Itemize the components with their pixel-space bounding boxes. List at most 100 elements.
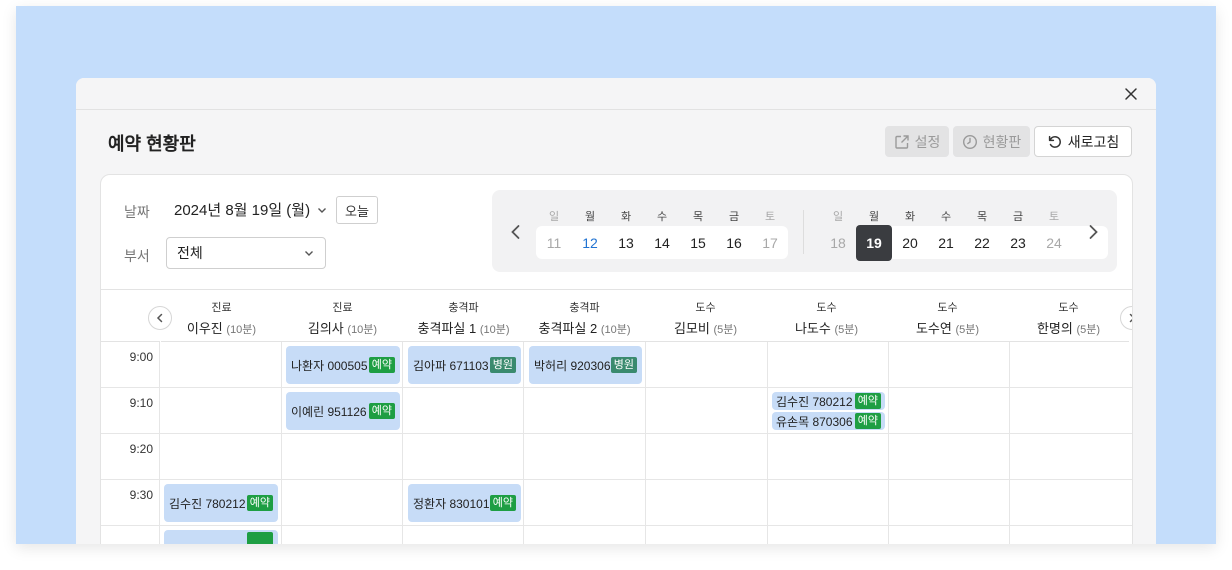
next-week-button[interactable] <box>1085 223 1101 241</box>
day-number[interactable]: 21 <box>928 225 964 261</box>
column-doctor: 한명의 <box>1036 321 1073 336</box>
chevron-down-icon <box>318 207 327 213</box>
day-number[interactable]: 20 <box>892 225 928 261</box>
column-duration: (10분) <box>600 324 631 336</box>
day-column: 금 23 <box>1000 190 1036 272</box>
column-dept: 진료 <box>332 302 353 314</box>
grid-vline <box>159 342 160 544</box>
day-column: 월 12 <box>572 190 608 272</box>
grid-vline <box>402 342 403 544</box>
prev-week-button[interactable] <box>508 223 524 241</box>
today-button[interactable]: 오늘 <box>336 196 378 224</box>
day-number[interactable]: 23 <box>1000 225 1036 261</box>
column-header: 도수 한명의 (5분) <box>1008 290 1129 342</box>
chevron-right-icon <box>1129 313 1132 323</box>
appointment-chip[interactable]: 나환자 000505 예약 <box>286 346 400 384</box>
hospital-badge: 병원 <box>489 357 516 373</box>
settings-button[interactable]: 설정 <box>885 126 949 157</box>
appointment-chip[interactable] <box>164 530 278 544</box>
column-header: 진료김의사 (10분) <box>282 290 403 342</box>
week-strip: 일 11 월 12 화 13 수 14 목 15 금 16 토 17 일 18 월 19 화 20 … <box>492 190 1117 272</box>
appointment-label: 김아파 671103 <box>413 358 489 373</box>
day-number[interactable]: 19 <box>856 225 892 261</box>
day-number[interactable]: 22 <box>964 225 1000 261</box>
day-column: 수 14 <box>644 190 680 272</box>
day-number[interactable]: 15 <box>680 225 716 261</box>
refresh-label: 새로고침 <box>1067 133 1120 150</box>
appointment-label: 김수진 780212 <box>169 496 246 511</box>
day-number[interactable]: 12 <box>572 225 608 261</box>
external-link-icon <box>894 134 909 149</box>
status-board-button[interactable]: 현황판 <box>953 126 1030 157</box>
day-number[interactable]: 17 <box>752 225 788 261</box>
appointment-chip[interactable]: 이예린 951126 예약 <box>286 392 400 430</box>
settings-label: 설정 <box>914 133 941 150</box>
appointment-chip[interactable]: 김수진 780212 예약 <box>164 484 278 522</box>
day-column: 화 20 <box>892 190 928 272</box>
appointment-label: 나환자 000505 <box>291 358 368 373</box>
time-label: 9:00 <box>129 350 153 364</box>
day-of-week: 일 <box>832 211 844 223</box>
appointment-chip[interactable]: 김아파 671103 병원 <box>408 346 521 384</box>
day-of-week: 화 <box>904 211 916 223</box>
column-duration: (5분) <box>713 324 738 336</box>
day-number[interactable]: 13 <box>608 225 644 261</box>
grid-hline <box>101 525 1132 526</box>
day-of-week: 수 <box>940 211 952 223</box>
column-doctor: 도수연 <box>915 321 952 336</box>
day-column: 금 16 <box>716 190 752 272</box>
appointment-chip[interactable]: 박허리 920306 병원 <box>529 346 642 384</box>
day-number[interactable]: 11 <box>536 225 572 261</box>
grid-vline <box>645 342 646 544</box>
appointment-label: 김수진 780212 <box>776 394 853 409</box>
column-doctor: 김모비 <box>673 321 710 336</box>
dept-value: 전체 <box>177 245 203 261</box>
close-button[interactable] <box>1122 85 1140 103</box>
day-number[interactable]: 24 <box>1036 225 1072 261</box>
column-header: 충격파 충격파실 2 (10분) <box>524 290 645 342</box>
appointment-chip[interactable]: 유손목 870306 예약 <box>772 412 885 430</box>
reservation-badge: 예약 <box>246 495 273 511</box>
chevron-down-icon <box>305 251 313 256</box>
reservation-badge: 예약 <box>489 495 516 511</box>
dept-label: 부서 <box>124 248 150 264</box>
day-column: 수 21 <box>928 190 964 272</box>
dept-select[interactable]: 전체 <box>166 237 326 269</box>
column-doctor: 충격파실 2 <box>538 321 598 336</box>
column-duration: (10분) <box>226 324 257 336</box>
day-column: 토 17 <box>752 190 788 272</box>
week-divider <box>803 210 804 254</box>
reservation-badge: 예약 <box>368 403 395 419</box>
appointment-chip[interactable]: 정환자 830101 예약 <box>408 484 521 522</box>
board-card: 날짜 2024년 8월 19일 (월) 오늘 부서 전체 일 11 월 12 화… <box>100 174 1133 544</box>
column-dept: 진료 <box>211 302 232 314</box>
day-number[interactable]: 18 <box>820 225 856 261</box>
day-column: 일 11 <box>536 190 572 272</box>
column-dept: 도수 <box>937 302 958 314</box>
chevron-right-icon <box>1089 225 1098 239</box>
appointment-chip[interactable]: 김수진 780212 예약 <box>772 392 885 410</box>
day-of-week: 토 <box>1048 211 1060 223</box>
day-number[interactable]: 14 <box>644 225 680 261</box>
day-number[interactable]: 16 <box>716 225 752 261</box>
column-dept: 도수 <box>1058 302 1079 314</box>
column-duration: (10분) <box>347 324 378 336</box>
day-column: 일 18 <box>820 190 856 272</box>
day-column: 목 15 <box>680 190 716 272</box>
reservation-badge: 예약 <box>854 413 881 429</box>
modal-topbar <box>76 78 1156 110</box>
column-header: 도수 김모비 (5분) <box>645 290 766 342</box>
grid-vline <box>281 342 282 544</box>
date-value: 2024년 8월 19일 (월) <box>174 202 311 219</box>
grid-vline <box>888 342 889 544</box>
day-of-week: 토 <box>764 211 776 223</box>
day-of-week: 목 <box>976 211 988 223</box>
time-label: 9:20 <box>129 442 153 456</box>
column-doctor: 김의사 <box>307 321 344 336</box>
date-dropdown[interactable]: 2024년 8월 19일 (월) <box>174 199 328 220</box>
prev-columns-button[interactable] <box>148 306 172 330</box>
refresh-button[interactable]: 새로고침 <box>1034 126 1132 157</box>
time-label: 9:30 <box>129 488 153 502</box>
column-duration: (5분) <box>834 324 859 336</box>
reservation-badge: 예약 <box>368 357 395 373</box>
